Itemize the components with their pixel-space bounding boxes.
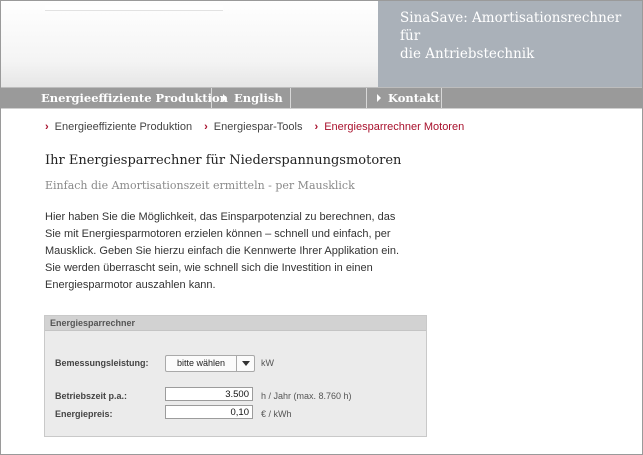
header-banner — [1, 1, 378, 87]
page-subtitle: Einfach die Amortisationszeit ermitteln … — [45, 179, 355, 192]
header-top-strip — [45, 5, 223, 11]
energy-price-unit: € / kWh — [261, 409, 292, 419]
dropdown-button[interactable] — [236, 356, 254, 371]
browser-page: SinaSave: Amortisationsrechner für die A… — [0, 0, 643, 455]
intro-line: Mausklick. Geben Sie hierzu einfach die … — [45, 245, 400, 257]
breadcrumb-item-energiespar-tools[interactable]: › Energiespar-Tools — [204, 121, 302, 133]
intro-line: Hier haben Sie die Möglichkeit, das Eins… — [45, 211, 396, 223]
intro-line: Energiesparmotor auszahlen kann. — [45, 279, 216, 291]
chevron-right-icon: › — [314, 121, 319, 133]
nav-divider — [290, 88, 291, 108]
energy-price-input[interactable] — [165, 405, 253, 419]
breadcrumb-item-energieeffiziente-produktion[interactable]: › Energieeffiziente Produktion — [45, 121, 192, 133]
nav-item-label: Energieeffiziente Produktion — [41, 91, 229, 105]
rated-power-label: Bemessungsleistung: — [55, 358, 149, 368]
header-title-box: SinaSave: Amortisationsrechner für die A… — [378, 1, 642, 87]
rated-power-select[interactable]: bitte wählen — [165, 355, 255, 372]
nav-divider — [211, 88, 212, 108]
chevron-right-icon — [223, 94, 227, 102]
breadcrumb: › Energieeffiziente Produktion › Energiesp… — [45, 121, 473, 133]
nav-item-kontakt[interactable]: Kontakt — [377, 88, 440, 108]
rated-power-selected-value: bitte wählen — [176, 358, 226, 368]
operating-time-input[interactable] — [165, 387, 253, 401]
intro-line: Sie mit Energiesparmotoren erzielen könn… — [45, 228, 391, 240]
operating-time-unit: h / Jahr (max. 8.760 h) — [261, 391, 352, 401]
site-title-line-2: die Antriebstechnik — [400, 46, 535, 62]
site-title: SinaSave: Amortisationsrechner für die A… — [400, 9, 640, 63]
breadcrumb-label: Energiespar-Tools — [213, 121, 303, 133]
nav-divider — [366, 88, 367, 108]
chevron-down-icon — [242, 361, 250, 366]
breadcrumb-item-energiesparrechner-motoren[interactable]: › Energiesparrechner Motoren — [315, 121, 465, 133]
rated-power-unit: kW — [261, 358, 274, 368]
intro-text: Hier haben Sie die Möglichkeit, das Eins… — [45, 209, 405, 294]
intro-line: Sie werden überrascht sein, wie schnell … — [45, 262, 373, 274]
calculator-panel: Energiesparrechner Bemessungsleistung: b… — [44, 315, 427, 437]
calculator-heading: Energiesparrechner — [45, 316, 426, 331]
nav-item-label: English — [234, 91, 283, 105]
nav-divider — [441, 88, 442, 108]
chevron-right-icon: › — [45, 121, 49, 133]
site-title-line-1: SinaSave: Amortisationsrechner für — [400, 10, 622, 44]
breadcrumb-label: Energiesparrechner Motoren — [324, 121, 465, 133]
breadcrumb-label: Energieeffiziente Produktion — [54, 121, 193, 133]
chevron-right-icon: › — [204, 121, 208, 133]
nav-item-english[interactable]: English — [223, 88, 283, 108]
energy-price-label: Energiepreis: — [55, 409, 113, 419]
operating-time-label: Betriebszeit p.a.: — [55, 391, 128, 401]
chevron-right-icon — [377, 94, 381, 102]
main-navigation: Energieeffiziente Produktion English Kon… — [1, 87, 642, 109]
page-title: Ihr Energiesparrechner für Niederspannun… — [45, 153, 402, 168]
nav-item-label: Kontakt — [388, 91, 440, 105]
nav-item-energieeffiziente-produktion[interactable]: Energieeffiziente Produktion — [41, 88, 228, 108]
